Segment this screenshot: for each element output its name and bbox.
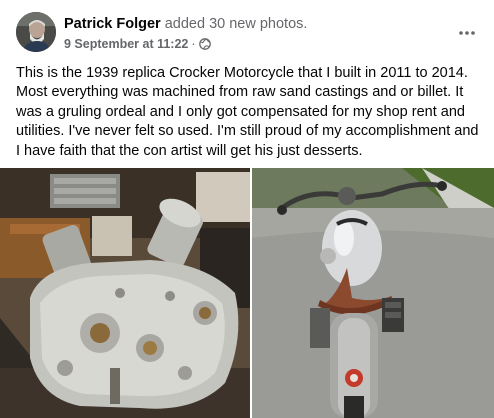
avatar[interactable]: [16, 12, 56, 52]
globe-icon[interactable]: [198, 38, 211, 50]
post-title-line: Patrick Folger added 30 new photos.: [64, 15, 307, 33]
post-meta: 9 September at 11:22 ·: [64, 36, 211, 52]
post-timestamp[interactable]: 9 September at 11:22: [64, 36, 188, 52]
post-action-text: added 30 new photos.: [164, 16, 308, 32]
more-options-icon[interactable]: [454, 20, 480, 46]
meta-separator: ·: [191, 37, 196, 51]
avatar-image: [16, 12, 56, 52]
author-name[interactable]: Patrick Folger: [64, 16, 161, 32]
photo-engine-case[interactable]: [0, 168, 250, 418]
post-header: Patrick Folger added 30 new photos. 9 Se…: [0, 0, 494, 60]
photo-motorcycle-rear[interactable]: [252, 168, 494, 418]
feed-post: Patrick Folger added 30 new photos. 9 Se…: [0, 0, 494, 418]
post-body-text: This is the 1939 replica Crocker Motorcy…: [16, 65, 479, 159]
photo-grid: [0, 168, 494, 418]
